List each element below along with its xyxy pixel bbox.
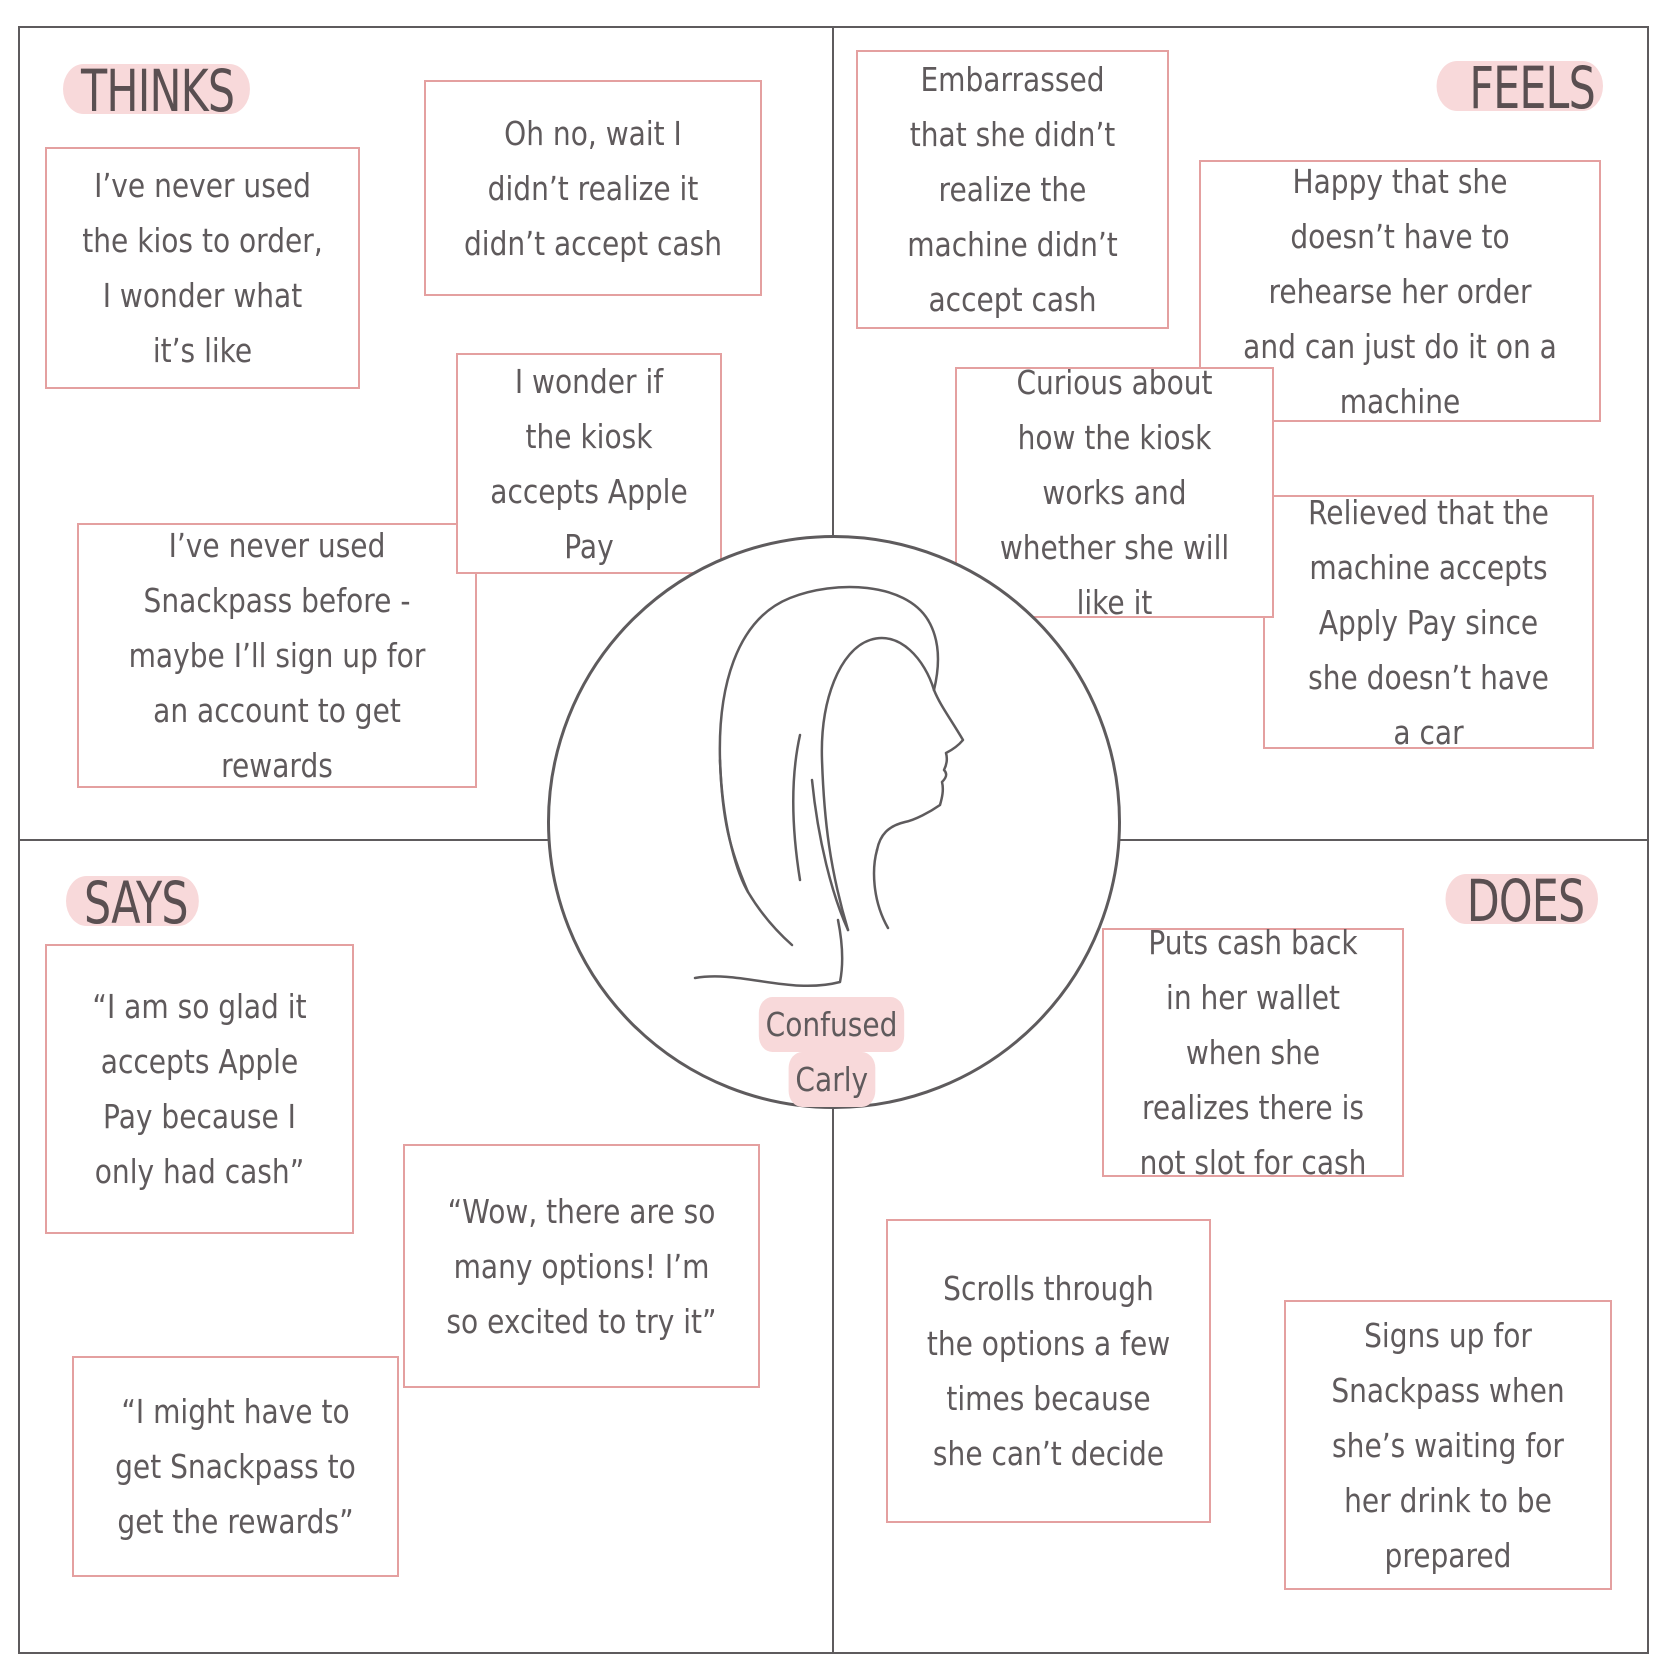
feels-note: Relieved that the machine accepts Apply …	[1263, 493, 1594, 752]
says-note: “Wow, there are so many options! I’m so …	[403, 1144, 760, 1388]
does-note: Signs up for Snackpass when she’s waitin…	[1284, 1300, 1612, 1590]
says-note: “I might have to get Snackpass to get th…	[72, 1356, 399, 1577]
says-heading: SAYS	[66, 874, 199, 932]
empathy-map: THINKS I’ve never used the kios to order…	[0, 0, 1665, 1670]
thinks-note: I’ve never used the kios to order, I won…	[45, 147, 360, 389]
persona-name: Confused Carly	[727, 997, 937, 1107]
feels-heading: FEELS	[1436, 59, 1603, 117]
does-note: Puts cash back in her wallet when she re…	[1102, 923, 1404, 1182]
thinks-heading: THINKS	[63, 62, 250, 120]
thinks-note: Oh no, wait I didn’t realize it didn’t a…	[424, 80, 762, 296]
feels-note: Embarrassed that she didn’t realize the …	[856, 50, 1169, 329]
woman-profile-icon	[693, 585, 965, 988]
says-note: “I am so glad it accepts Apple Pay becau…	[45, 944, 354, 1234]
thinks-note: I’ve never used Snackpass before - maybe…	[77, 523, 477, 788]
does-heading: DOES	[1445, 872, 1598, 930]
feels-note: Curious about how the kiosk works and wh…	[955, 363, 1274, 622]
does-note: Scrolls through the options a few times …	[886, 1219, 1211, 1523]
thinks-note: I wonder if the kiosk accepts Apple Pay	[456, 353, 722, 574]
